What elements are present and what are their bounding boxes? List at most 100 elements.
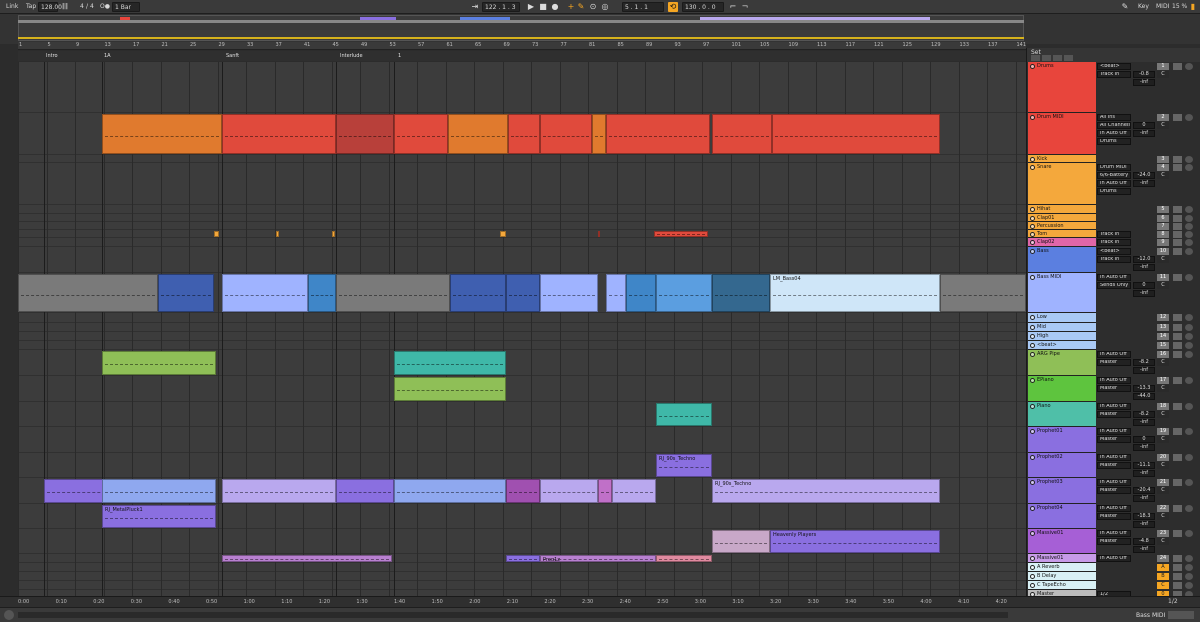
arrangement-clip[interactable] — [606, 274, 626, 312]
input-type-chooser[interactable]: Track In — [1097, 239, 1131, 246]
pan-field[interactable]: C — [1157, 122, 1169, 129]
arrangement-overview[interactable] — [0, 14, 1200, 44]
arrangement-clip[interactable] — [656, 555, 712, 562]
track-lane[interactable] — [18, 402, 1026, 427]
track-header[interactable]: Prophet04 — [1028, 504, 1096, 529]
solo-button[interactable] — [1173, 377, 1182, 384]
track-fold-icon[interactable] — [1030, 64, 1035, 69]
track-lane[interactable] — [18, 453, 1026, 478]
solo-button[interactable] — [1173, 248, 1182, 255]
arrangement-clip[interactable] — [448, 114, 508, 154]
arm-button[interactable] — [1185, 505, 1193, 512]
arrangement-clip[interactable] — [540, 114, 592, 154]
track-header[interactable]: Clap01 — [1028, 214, 1096, 222]
input-type-chooser[interactable]: In Auto Off — [1097, 274, 1131, 281]
arm-button[interactable] — [1185, 231, 1193, 238]
midi-map-button[interactable]: MIDI — [1156, 2, 1169, 12]
monitor-switch[interactable]: In Auto Off — [1097, 180, 1131, 187]
arm-button[interactable] — [1185, 555, 1193, 562]
track-header[interactable]: A Reverb — [1028, 563, 1096, 572]
track-fold-icon[interactable] — [1030, 325, 1035, 330]
track-activator[interactable]: 21 — [1157, 479, 1169, 486]
track-activator[interactable]: 18 — [1157, 403, 1169, 410]
arm-button[interactable] — [1185, 324, 1193, 331]
volume-field[interactable]: -11.1 — [1133, 462, 1155, 469]
arrangement-clip[interactable] — [336, 274, 450, 312]
track-lane[interactable] — [18, 155, 1026, 163]
volume-field[interactable]: 0 — [1133, 282, 1155, 289]
arm-button[interactable] — [1185, 156, 1193, 163]
arm-button[interactable] — [1185, 215, 1193, 222]
track-activator[interactable]: C — [1157, 582, 1169, 589]
input-channel-chooser[interactable]: Master — [1097, 513, 1131, 520]
metronome-dots-icon[interactable]: O● — [100, 2, 110, 12]
track-fold-icon[interactable] — [1030, 574, 1035, 579]
track-lane[interactable] — [18, 427, 1026, 453]
track-header[interactable]: Massive01 — [1028, 554, 1096, 563]
volume-field[interactable]: -24.0 — [1133, 172, 1155, 179]
pan-field[interactable]: C — [1157, 282, 1169, 289]
input-type-chooser[interactable]: In Auto Off — [1097, 555, 1131, 562]
track-fold-icon[interactable] — [1030, 343, 1035, 348]
pan-field[interactable]: C — [1157, 359, 1169, 366]
solo-button[interactable] — [1173, 582, 1182, 589]
track-activator[interactable]: 8 — [1157, 231, 1169, 238]
input-type-chooser[interactable]: In Auto Off — [1097, 377, 1131, 384]
track-activator[interactable]: 5 — [1157, 206, 1169, 213]
record-icon[interactable]: ● — [550, 2, 560, 12]
horizontal-scrollbar[interactable] — [18, 612, 1008, 618]
track-lane[interactable] — [18, 341, 1026, 350]
arm-button[interactable] — [1185, 114, 1193, 121]
locator-4[interactable]: 1 — [398, 53, 401, 59]
solo-button[interactable] — [1173, 63, 1182, 70]
arrangement-clip[interactable] — [336, 479, 394, 503]
track-fold-icon[interactable] — [1030, 216, 1035, 221]
solo-button[interactable] — [1173, 333, 1182, 340]
track-activator[interactable]: 17 — [1157, 377, 1169, 384]
volume-field[interactable]: -12.0 — [1133, 256, 1155, 263]
track-activator[interactable]: 11 — [1157, 274, 1169, 281]
input-type-chooser[interactable]: <beat> — [1097, 63, 1131, 70]
track-fold-icon[interactable] — [1030, 565, 1035, 570]
arm-button[interactable] — [1185, 428, 1193, 435]
arrangement-clip[interactable] — [308, 274, 336, 312]
locator-bar[interactable]: Intro 1A Sanft Interlude 1 — [18, 51, 1026, 61]
solo-button[interactable] — [1173, 114, 1182, 121]
track-header[interactable]: High — [1028, 332, 1096, 341]
arm-button[interactable] — [1185, 239, 1193, 246]
arrangement-clip[interactable] — [940, 274, 1026, 312]
link-button[interactable]: Link — [6, 2, 18, 12]
expand-icon[interactable] — [1042, 55, 1051, 61]
track-fold-icon[interactable] — [1030, 240, 1035, 245]
input-type-chooser[interactable]: In Auto Off — [1097, 351, 1131, 358]
track-lane[interactable] — [18, 230, 1026, 238]
arrangement-clip[interactable] — [158, 274, 214, 312]
locator-3[interactable]: Interlude — [340, 53, 363, 59]
arrangement-clip[interactable] — [18, 274, 158, 312]
arrangement-clip[interactable]: RJ_MetalPluck1 — [102, 505, 216, 528]
volume-field[interactable]: -4.8 — [1133, 538, 1155, 545]
input-channel-chooser[interactable]: All Channels — [1097, 122, 1131, 129]
solo-button[interactable] — [1173, 573, 1182, 580]
track-fold-icon[interactable] — [1030, 224, 1035, 229]
arm-button[interactable] — [1185, 564, 1193, 571]
arrangement-clip[interactable] — [276, 231, 279, 237]
track-activator[interactable]: 2 — [1157, 114, 1169, 121]
track-lane[interactable] — [18, 62, 1026, 113]
arm-button[interactable] — [1185, 479, 1193, 486]
input-channel-chooser[interactable]: 6/6-Battery — [1097, 172, 1131, 179]
output-chooser[interactable]: Drums — [1097, 188, 1131, 195]
arrangement-clip[interactable] — [506, 479, 540, 503]
track-activator[interactable]: 1 — [1157, 63, 1169, 70]
input-channel-chooser[interactable]: Master — [1097, 436, 1131, 443]
scroll-left-icon[interactable] — [4, 610, 14, 620]
volume-field[interactable]: -13.3 — [1133, 385, 1155, 392]
tempo-field[interactable]: 128.00 — [41, 3, 62, 13]
track-header[interactable]: Prophet01 — [1028, 427, 1096, 453]
arm-button[interactable] — [1185, 403, 1193, 410]
signature-denominator[interactable]: 4 — [90, 2, 94, 12]
track-header[interactable]: Bass — [1028, 247, 1096, 273]
solo-button[interactable] — [1173, 164, 1182, 171]
arrangement-position[interactable]: 122 . 1 . 3 — [485, 3, 516, 13]
track-activator[interactable]: 23 — [1157, 530, 1169, 537]
